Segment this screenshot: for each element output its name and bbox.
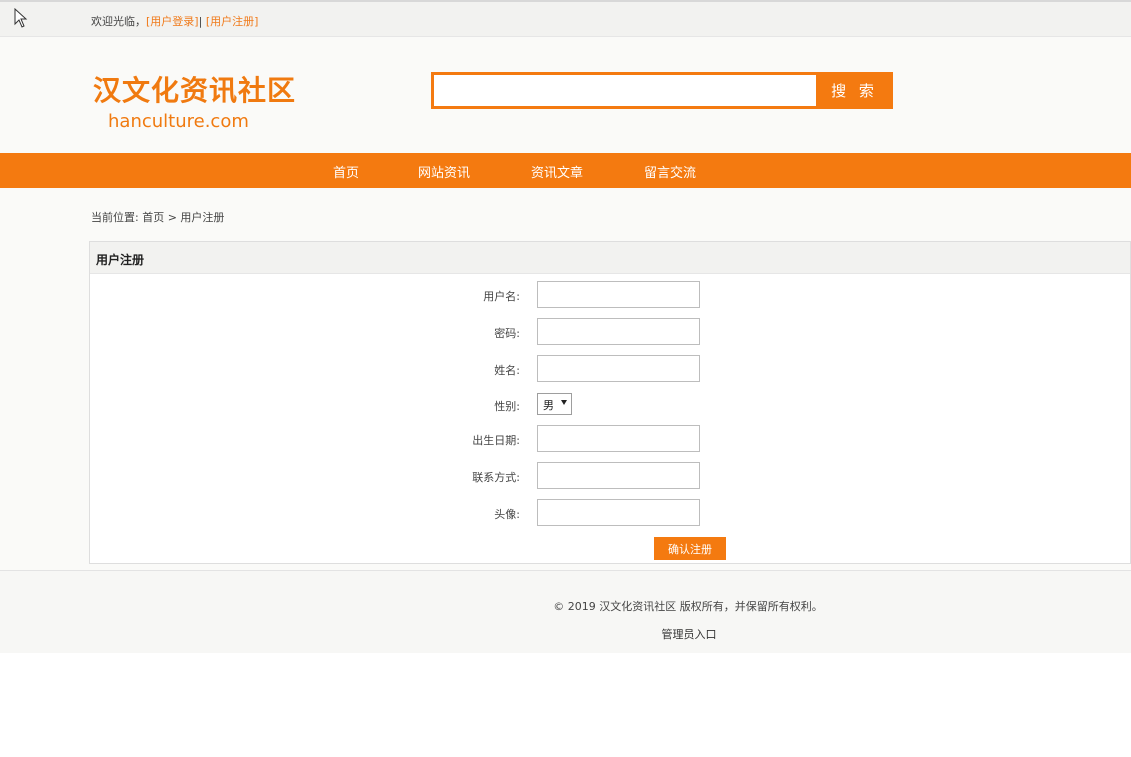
nav-item-guestbook[interactable]: 留言交流 [644,162,696,181]
contact-label: 联系方式: [472,471,520,484]
site-footer: © 2019 汉文化资讯社区 版权所有，并保留所有权利。 管理员入口 [0,570,1131,653]
name-field[interactable] [537,355,700,382]
gender-selected-value: 男 [543,399,554,412]
main-content: 当前位置: 首页 > 用户注册 用户注册 用户名: 密码: 姓名: 性别: 男 … [0,188,1131,570]
register-link[interactable]: [用户注册] [206,15,259,28]
birthdate-label: 出生日期: [472,434,520,447]
breadcrumb: 当前位置: 首页 > 用户注册 [91,211,225,224]
birthdate-field[interactable] [537,425,700,452]
login-link[interactable]: [用户登录] [146,15,199,28]
site-logo-domain: hanculture.com [108,111,249,132]
register-panel: 用户注册 用户名: 密码: 姓名: 性别: 男 出生日期: 联系方式: 头像: … [89,241,1131,564]
site-header: 汉文化资讯社区 hanculture.com 搜 索 [0,37,1131,153]
gender-select[interactable]: 男 [537,393,572,415]
welcome-text: 欢迎光临， [91,15,146,28]
main-nav: 首页 网站资讯 资讯文章 留言交流 [0,153,1131,188]
avatar-field[interactable] [537,499,700,526]
username-label: 用户名: [483,290,520,303]
avatar-label: 头像: [494,508,520,521]
nav-item-home[interactable]: 首页 [333,162,359,181]
name-label: 姓名: [494,364,520,377]
search-button[interactable]: 搜 索 [816,72,893,109]
nav-item-site-news[interactable]: 网站资讯 [418,162,470,181]
search-input[interactable] [431,72,816,109]
welcome-bar: 欢迎光临，[用户登录]| [用户注册] [91,13,258,29]
username-field[interactable] [537,281,700,308]
confirm-register-button[interactable]: 确认注册 [654,537,726,560]
topbar-separator: | [198,15,203,28]
dropdown-arrow-icon [561,400,567,405]
top-bar: 欢迎光临，[用户登录]| [用户注册] [0,0,1131,37]
contact-field[interactable] [537,462,700,489]
gender-label: 性别: [494,400,520,413]
site-logo-title[interactable]: 汉文化资讯社区 [93,69,296,109]
password-label: 密码: [494,327,520,340]
nav-item-articles[interactable]: 资讯文章 [531,162,583,181]
panel-title: 用户注册 [96,253,145,267]
panel-header: 用户注册 [90,242,1130,274]
admin-entry-link[interactable]: 管理员入口 [0,626,1131,642]
mouse-cursor-icon [14,8,28,28]
password-field[interactable] [537,318,700,345]
copyright-text: © 2019 汉文化资讯社区 版权所有，并保留所有权利。 [553,600,823,613]
